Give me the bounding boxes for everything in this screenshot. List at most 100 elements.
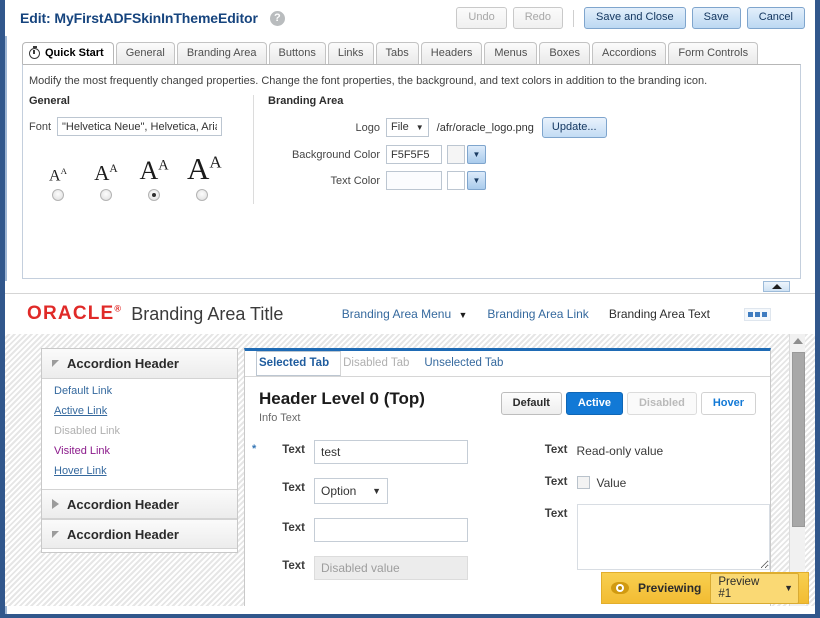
font-size-option-2[interactable]: AA: [91, 163, 121, 204]
background-color-picker-button[interactable]: ▼: [467, 145, 486, 164]
accordion-header-1[interactable]: Accordion Header: [42, 349, 237, 379]
background-color-input[interactable]: [386, 145, 442, 164]
branding-area-text: Branding Area Text: [608, 307, 710, 321]
field-label-required: * Text: [252, 443, 305, 456]
tab-links[interactable]: Links: [327, 42, 374, 64]
branding-area-menu-label: Branding Area Menu: [341, 307, 452, 321]
link-disabled: Disabled Link: [54, 425, 121, 437]
logo-type-select[interactable]: File ▼: [386, 118, 429, 137]
tab-unselected[interactable]: Unselected Tab: [422, 351, 516, 376]
tab-general[interactable]: General: [115, 42, 175, 64]
button-hover[interactable]: Hover: [700, 392, 756, 415]
logo-field-row: Logo File ▼ /afr/oracle_logo.png Update.…: [268, 117, 800, 138]
tab-accordions[interactable]: Accordions: [591, 42, 667, 64]
tab-quick-start[interactable]: Quick Start: [22, 42, 114, 64]
save-and-close-button[interactable]: Save and Close: [584, 7, 686, 29]
button-active[interactable]: Active: [565, 392, 623, 415]
editor-header: Edit: MyFirstADFSkinInThemeEditor ? Undo…: [5, 0, 815, 36]
tab-headers[interactable]: Headers: [420, 42, 483, 64]
font-size-radio[interactable]: [100, 189, 112, 201]
link-default[interactable]: Default Link: [54, 385, 237, 397]
checkbox-input[interactable]: [576, 476, 590, 489]
update-logo-button[interactable]: Update...: [541, 117, 607, 138]
text-input[interactable]: [314, 440, 468, 464]
button-default[interactable]: Default: [500, 392, 562, 415]
text-color-input[interactable]: [386, 171, 442, 190]
form-column-right: Text Read-only value Text Value Text: [508, 440, 771, 594]
option-select[interactable]: Option ▼: [314, 478, 388, 504]
link-active[interactable]: Active Link: [54, 405, 237, 417]
branding-area-menu[interactable]: Branding Area Menu ▼: [342, 307, 468, 321]
font-size-option-3[interactable]: AA: [139, 158, 169, 204]
grip-handle-icon[interactable]: [744, 307, 771, 321]
previewing-label: Previewing: [638, 581, 702, 595]
branding-area-link[interactable]: Branding Area Link: [487, 307, 588, 321]
tab-selected[interactable]: Selected Tab: [256, 351, 342, 376]
font-field-row: Font: [29, 117, 253, 136]
form-column-left: * Text Text Option ▼: [245, 440, 508, 594]
field-label: Text: [544, 444, 568, 456]
accordion-header-label: Accordion Header: [67, 526, 179, 542]
redo-button[interactable]: Redo: [512, 7, 563, 29]
stopwatch-icon: [29, 45, 40, 59]
cancel-button[interactable]: Cancel: [746, 7, 805, 29]
link-visited[interactable]: Visited Link: [54, 445, 237, 457]
panel-description: Modify the most frequently changed prope…: [29, 75, 708, 87]
scrollbar-thumb[interactable]: [792, 352, 805, 527]
splitter-collapse-handle[interactable]: [763, 281, 790, 292]
text-color-picker-button[interactable]: ▼: [467, 171, 486, 190]
accordion-header-3[interactable]: Accordion Header: [42, 519, 237, 549]
form-columns: * Text Text Option ▼: [245, 424, 770, 594]
field-label: Text: [282, 560, 305, 572]
field-label: Text: [282, 522, 305, 534]
font-size-radio-selected[interactable]: [148, 189, 160, 201]
chevron-down-icon: ▼: [415, 123, 424, 132]
font-size-glyph: AA: [139, 156, 169, 185]
field-label: Text: [544, 508, 568, 520]
font-size-option-1[interactable]: AA: [43, 166, 73, 204]
branding-area-section: Branding Area Logo File ▼ /afr/oracle_lo…: [253, 95, 800, 204]
text-color-label: Text Color: [330, 174, 380, 187]
preview-selector[interactable]: Preview #1 ▼: [710, 572, 799, 604]
font-size-option-4[interactable]: AA: [187, 153, 222, 204]
triangle-up-icon: [771, 284, 782, 289]
tab-branding-area[interactable]: Branding Area: [176, 42, 267, 64]
tab-menus[interactable]: Menus: [484, 42, 538, 64]
font-size-glyph: AA: [94, 161, 118, 185]
font-size-radio-group: AA AA AA AA: [29, 143, 253, 204]
accordion-header-label: Accordion Header: [67, 496, 179, 512]
textarea-input[interactable]: [576, 504, 770, 570]
content-card: Selected Tab Disabled Tab Unselected Tab…: [244, 348, 771, 606]
preview-splitter[interactable]: [5, 281, 815, 293]
preview-selector-value: Preview #1: [718, 575, 760, 600]
empty-text-input[interactable]: [314, 518, 468, 542]
tab-tabs[interactable]: Tabs: [375, 42, 419, 64]
font-input[interactable]: [57, 117, 223, 136]
font-label: Font: [29, 120, 52, 133]
triangle-expanded-icon: [52, 360, 59, 367]
font-size-radio[interactable]: [52, 189, 64, 201]
undo-button[interactable]: Undo: [456, 7, 507, 29]
accordion-body-1: Default Link Active Link Disabled Link V…: [42, 379, 237, 489]
accordion-header-label: Accordion Header: [67, 356, 179, 371]
link-hover[interactable]: Hover Link: [54, 465, 237, 477]
font-size-radio[interactable]: [196, 189, 208, 201]
field-label: Text: [544, 476, 568, 488]
accordion-header-2[interactable]: Accordion Header: [42, 489, 237, 519]
tab-form-controls[interactable]: Form Controls: [668, 42, 759, 64]
eye-icon: [611, 582, 629, 594]
tab-buttons[interactable]: Buttons: [268, 42, 326, 64]
tab-boxes[interactable]: Boxes: [539, 42, 590, 64]
editor-tabstrip: Quick Start General Branding Area Button…: [5, 42, 815, 64]
preview-scrollbar[interactable]: [789, 334, 805, 606]
form-row-textarea: Text: [522, 504, 770, 570]
scroll-up-arrow-icon[interactable]: [792, 338, 803, 344]
chevron-down-icon: ▼: [784, 582, 793, 593]
save-button[interactable]: Save: [691, 7, 741, 29]
card-header-text: Header Level 0 (Top) Info Text: [259, 389, 425, 424]
form-row-checkbox: Text Value: [522, 472, 771, 490]
checkbox-label: Value: [596, 476, 627, 490]
button-state-bar: Default Active Disabled Hover: [500, 389, 756, 415]
form-row-select: Text Option ▼: [259, 478, 508, 504]
help-icon[interactable]: ?: [269, 10, 285, 26]
